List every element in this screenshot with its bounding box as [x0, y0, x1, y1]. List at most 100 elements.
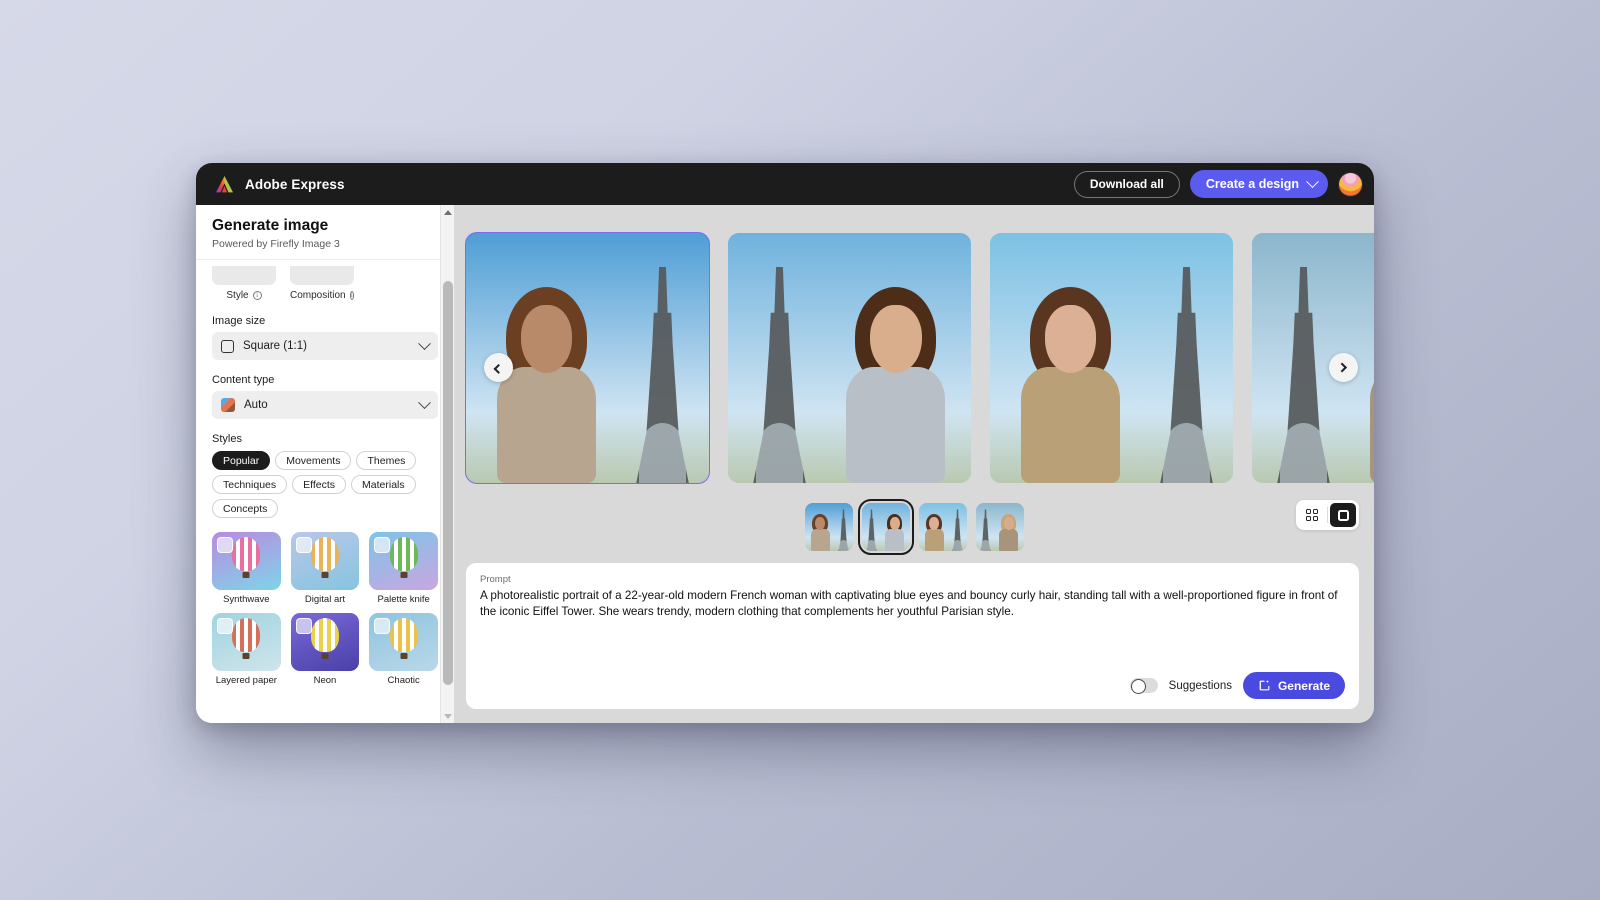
- balloon-basket: [242, 572, 250, 579]
- carousel-prev-button[interactable]: [484, 353, 513, 382]
- content-type-select[interactable]: Auto: [212, 391, 438, 419]
- square-icon: [221, 339, 234, 353]
- style-option[interactable]: Layered paper: [212, 613, 281, 686]
- generate-button[interactable]: Generate: [1242, 672, 1345, 699]
- style-preview-image: [212, 613, 281, 671]
- balloon-shape: [389, 537, 418, 572]
- main-canvas: Prompt A photorealistic portrait of a 22…: [454, 205, 1374, 723]
- info-icon[interactable]: i: [252, 291, 262, 300]
- style-category-popular[interactable]: Popular: [212, 451, 271, 470]
- style-option-label: Digital art: [304, 594, 346, 605]
- chevron-down-icon: [418, 395, 431, 409]
- panel-subtitle: Powered by Firefly Image 3: [212, 238, 340, 250]
- panel-scroll-content: Style i Composition i Image size Square …: [196, 259, 454, 723]
- left-panel: Generate image Powered by Firefly Image …: [196, 205, 454, 723]
- single-square-icon: [1337, 509, 1349, 521]
- generate-label: Generate: [1277, 678, 1330, 693]
- style-label: Style: [226, 290, 249, 301]
- scroll-down-button[interactable]: [441, 709, 454, 723]
- style-category-pills: Popular Movements Themes Techniques Effects M…: [212, 451, 438, 518]
- result-thumbnail[interactable]: [975, 503, 1024, 551]
- style-label-row: Style i: [212, 290, 276, 301]
- style-category-concepts[interactable]: Concepts: [212, 499, 279, 518]
- result-image-card[interactable]: [1252, 233, 1374, 483]
- style-category-techniques[interactable]: Techniques: [212, 475, 288, 494]
- style-preview-image: [212, 532, 281, 590]
- app-header: Adobe Express Download all Create a desi…: [196, 163, 1374, 205]
- styles-label: Styles: [212, 433, 242, 445]
- thumbnail-strip: [454, 495, 1374, 555]
- composition-label: Composition: [290, 290, 346, 301]
- result-thumbnail[interactable]: [857, 499, 914, 555]
- style-category-materials[interactable]: Materials: [351, 475, 416, 494]
- auto-palette-icon: [221, 398, 235, 412]
- chevron-left-icon: [493, 363, 504, 374]
- create-a-design-button[interactable]: Create a design: [1189, 170, 1328, 198]
- content-type-value: Auto: [244, 399, 268, 411]
- style-preview-image: [290, 613, 360, 671]
- composition-thumbnail[interactable]: [290, 266, 354, 285]
- style-option[interactable]: Palette knife: [369, 532, 438, 605]
- style-thumbnail[interactable]: [212, 266, 276, 285]
- result-image-card[interactable]: [990, 233, 1233, 483]
- image-size-value: Square (1:1): [243, 340, 307, 352]
- content-type-label: Content type: [212, 374, 275, 386]
- panel-header: Generate image Powered by Firefly Image …: [196, 205, 454, 259]
- balloon-shape: [389, 618, 418, 653]
- style-category-movements[interactable]: Movements: [275, 451, 352, 470]
- suggestions-toggle[interactable]: [1129, 678, 1158, 694]
- thumbnail-strip-row: [454, 495, 1374, 561]
- balloon-shape: [310, 537, 339, 572]
- balloon-basket: [321, 653, 329, 660]
- info-icon[interactable]: i: [349, 291, 354, 300]
- chevron-down-icon: [418, 336, 431, 350]
- carousel-next-button[interactable]: [1329, 353, 1358, 382]
- scrollbar-thumb[interactable]: [443, 281, 453, 685]
- style-preview-image: [290, 532, 360, 590]
- style-option[interactable]: Chaotic: [369, 613, 438, 686]
- composition-label-row: Composition i: [290, 290, 354, 301]
- style-category-themes[interactable]: Themes: [356, 451, 417, 470]
- sidebar-scrollbar[interactable]: [440, 205, 454, 723]
- style-option[interactable]: Digital art: [290, 532, 360, 605]
- results-carousel: [454, 205, 1374, 495]
- brand: Adobe Express: [214, 174, 345, 195]
- style-option[interactable]: Synthwave: [212, 532, 281, 605]
- image-size-label: Image size: [212, 315, 266, 327]
- style-thumbnail-grid: Synthwave Digital art Palette knife Layered…: [212, 532, 438, 686]
- avatar[interactable]: [1338, 171, 1363, 197]
- prompt-actions: Suggestions Generate: [480, 672, 1345, 699]
- style-preview-image: [369, 613, 438, 671]
- balloon-basket: [400, 653, 408, 660]
- create-a-design-label: Create a design: [1205, 177, 1299, 191]
- generate-sparkle-icon: [1259, 679, 1270, 691]
- grid-icon: [1305, 508, 1319, 522]
- single-view-button[interactable]: [1330, 503, 1356, 527]
- style-option-label: Chaotic: [387, 675, 420, 686]
- scroll-up-button[interactable]: [441, 205, 454, 219]
- balloon-basket: [242, 653, 250, 660]
- download-all-button[interactable]: Download all: [1073, 170, 1180, 198]
- suggestions-label: Suggestions: [1168, 679, 1232, 692]
- brand-name: Adobe Express: [245, 176, 345, 192]
- result-image-card[interactable]: [728, 233, 971, 483]
- style-control[interactable]: Style i: [212, 266, 276, 301]
- view-mode-toggle: [1296, 500, 1359, 530]
- style-option-label: Neon: [313, 675, 337, 686]
- prompt-input[interactable]: A photorealistic portrait of a 22-year-o…: [480, 588, 1345, 672]
- chevron-right-icon: [1337, 362, 1348, 373]
- style-category-effects[interactable]: Effects: [292, 475, 347, 494]
- image-size-select[interactable]: Square (1:1): [212, 332, 438, 360]
- adobe-express-window: Adobe Express Download all Create a desi…: [196, 163, 1374, 723]
- result-thumbnail[interactable]: [918, 503, 967, 551]
- chevron-down-icon: [1306, 174, 1319, 188]
- toggle-divider: [1327, 507, 1328, 523]
- balloon-shape: [232, 537, 261, 572]
- composition-control[interactable]: Composition i: [290, 266, 354, 301]
- prompt-label: Prompt: [480, 574, 511, 585]
- style-option[interactable]: Neon: [290, 613, 360, 686]
- grid-view-button[interactable]: [1299, 503, 1325, 527]
- result-thumbnail[interactable]: [804, 503, 853, 551]
- adobe-express-logo-icon: [215, 175, 234, 192]
- carousel-track: [465, 232, 1374, 484]
